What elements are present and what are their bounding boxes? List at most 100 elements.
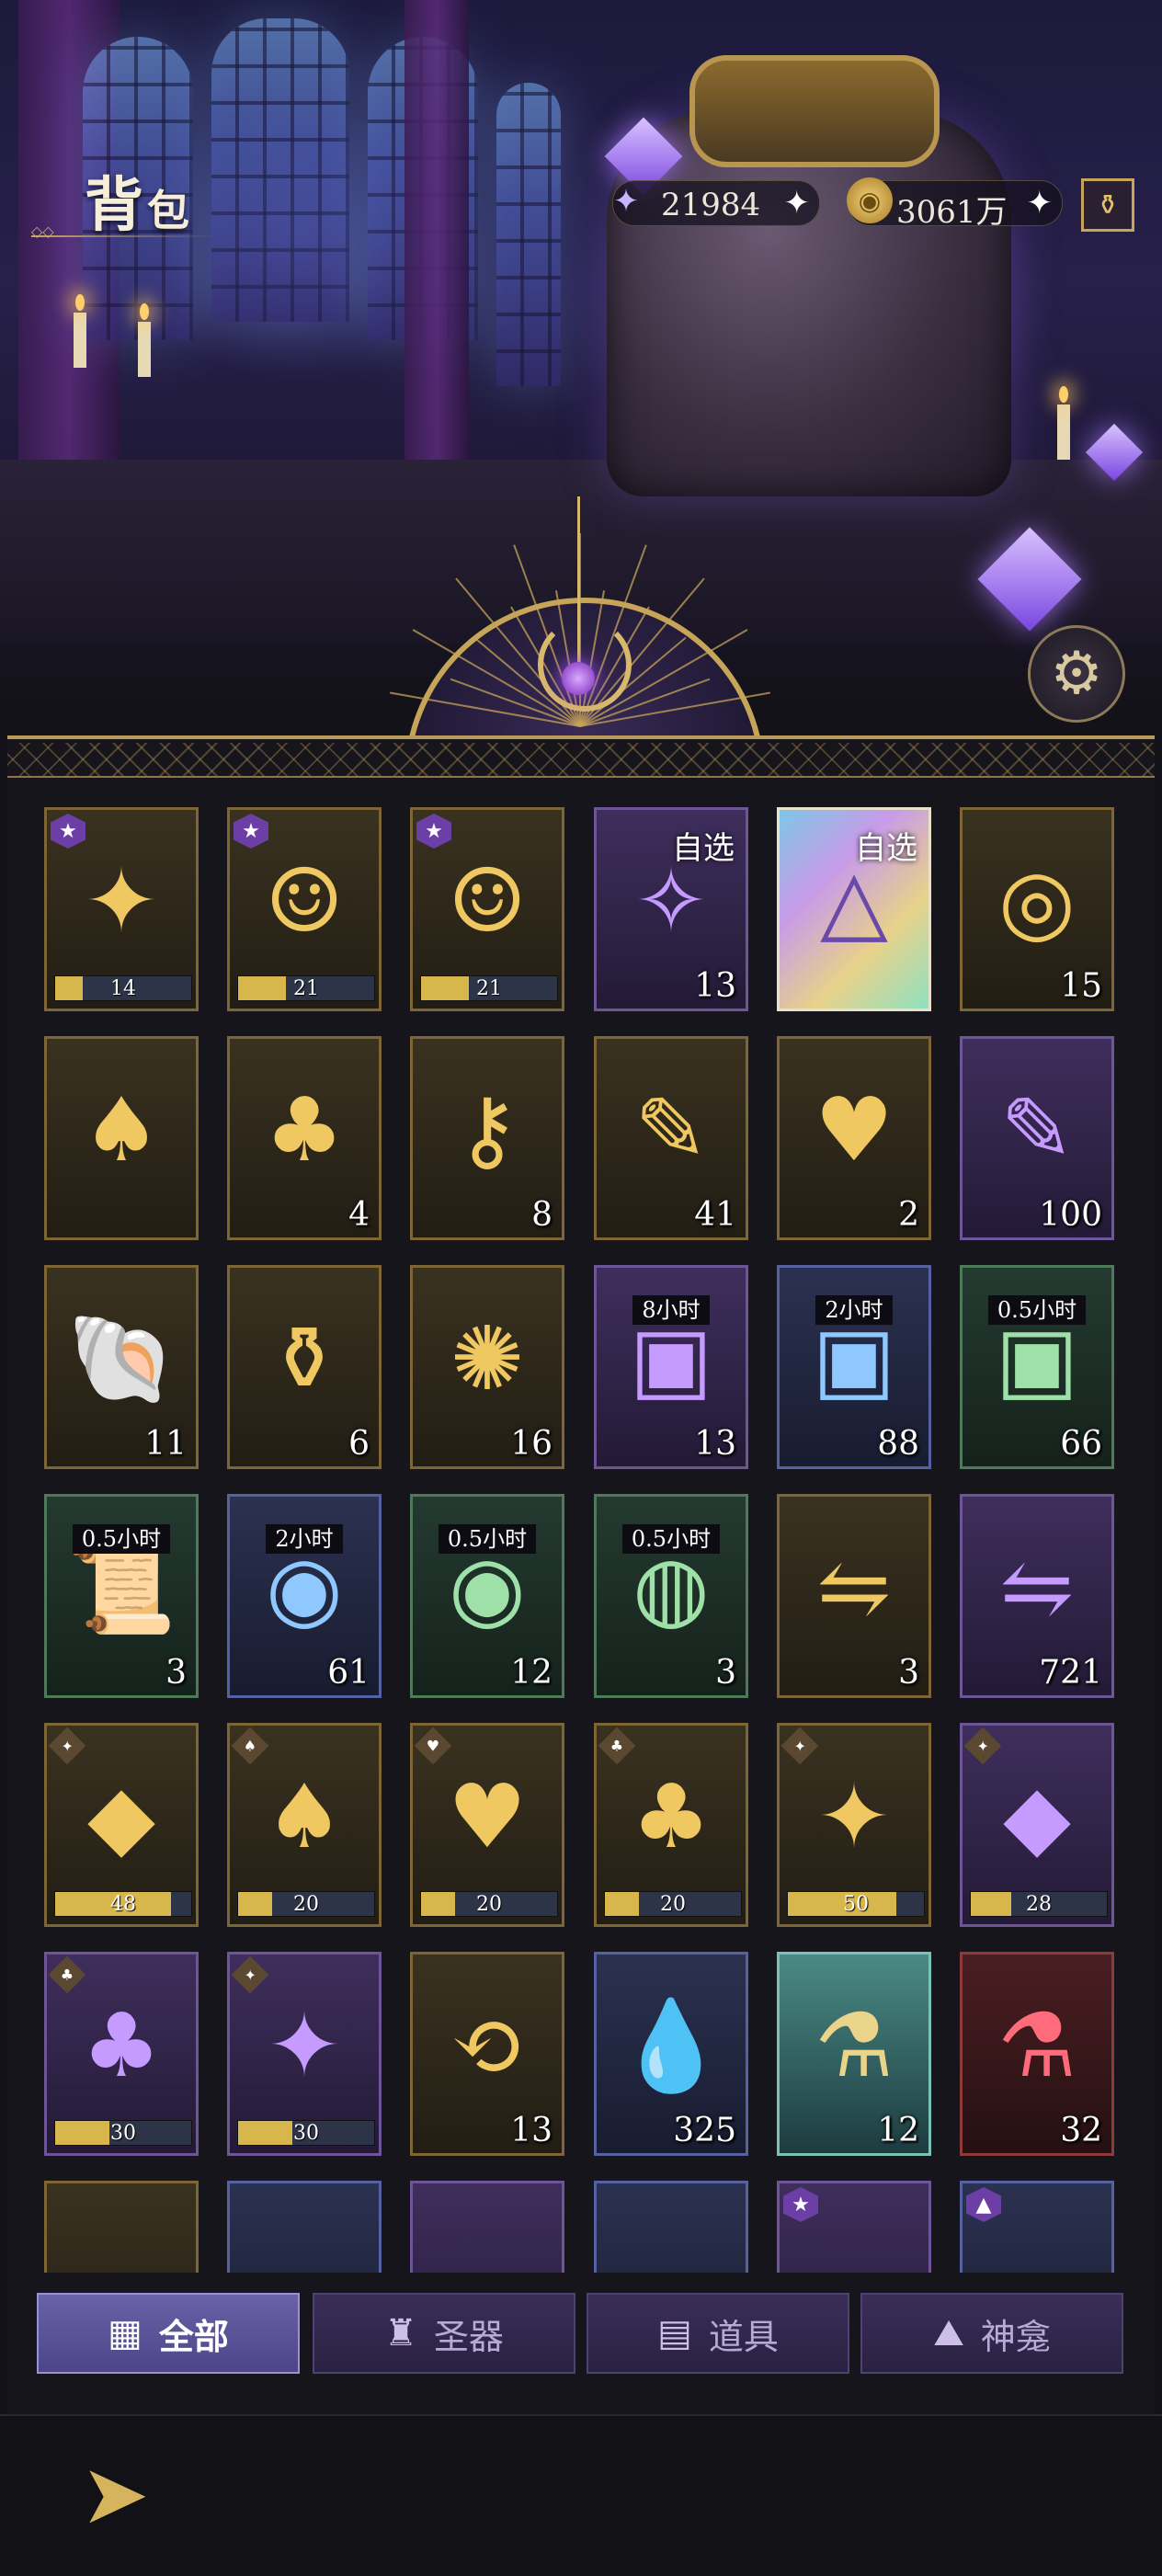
item-slot-crystal-amulet[interactable]: ⚗ 12 — [777, 1952, 931, 2156]
tab-shrine[interactable]: ⛰ 神龛 — [860, 2293, 1123, 2374]
item-slot-gold-keyhole-crystal[interactable]: ◆ ✦ 48 — [44, 1723, 199, 1927]
item-slot-purple-star-crystal[interactable]: ✦ ✦ 30 — [227, 1952, 382, 2156]
item-slot-partial-item-1[interactable] — [44, 2181, 199, 2273]
fragment-progress-bar: 50 — [787, 1891, 925, 1917]
back-arrow-icon[interactable]: ➤ — [57, 2436, 173, 2552]
item-slot-conch-shell[interactable]: 🐚 11 — [44, 1265, 199, 1469]
lady-portrait-puzzle-icon: ☺ — [264, 849, 345, 952]
shrine-icon: ⛰ — [933, 2312, 964, 2354]
fragment-progress-bar: 20 — [420, 1891, 558, 1917]
item-slot-purple-keyhole-crystal[interactable]: ◆ ✦ 28 — [960, 1723, 1114, 1927]
gear-icon[interactable]: ⚙ — [1028, 625, 1125, 723]
pearl-vase-icon: ⚱ — [267, 1307, 342, 1410]
gold-star-crystal-icon: ✦ — [816, 1765, 892, 1868]
add-stars-button[interactable]: ✦ — [784, 185, 811, 222]
item-slot-dark-hair-portrait-puzzle[interactable]: ☺ ★ 21 — [410, 807, 564, 1011]
item-count: 13 — [694, 967, 736, 1005]
chalice-icon: ♜ — [384, 2312, 417, 2354]
crystal-amulet-icon: ⚗ — [814, 1994, 894, 2097]
item-slot-silver-hair-portrait-puzzle[interactable]: ✦ ★ 14 — [44, 807, 199, 1011]
item-slot-crystal-ring[interactable]: ◎ 15 — [960, 807, 1114, 1011]
ruby-amulet-icon: ⚗ — [997, 1994, 1077, 2097]
item-slot-partial-item-6[interactable]: ▲ — [960, 2181, 1114, 2273]
item-slot-partial-item-3[interactable] — [410, 2181, 564, 2273]
item-count: 12 — [510, 1654, 553, 1692]
tab-all[interactable]: ▦ 全部 — [37, 2293, 300, 2374]
duration-label: 8小时 — [632, 1295, 710, 1325]
item-slot-gold-spade-crystal[interactable]: ♠ ♠ 20 — [227, 1723, 382, 1927]
item-slot-partial-item-2[interactable] — [227, 2181, 382, 2273]
item-slot-gold-exchange-gem[interactable]: ⟲ 13 — [410, 1952, 564, 2156]
item-slot-blue-teardrop-gem[interactable]: 💧 325 — [594, 1952, 748, 2156]
item-slot-dark-feather[interactable]: ✎ 100 — [960, 1036, 1114, 1240]
suit-glyph: ✦ — [61, 1737, 74, 1755]
item-count: 66 — [1060, 1425, 1102, 1463]
item-count: 11 — [144, 1425, 187, 1463]
tab-artifacts[interactable]: ♜ 圣器 — [313, 2293, 575, 2374]
page-title: 背包 — [85, 171, 193, 240]
item-slot-fireworks[interactable]: ✺ 16 — [410, 1265, 564, 1469]
purple-keyhole-crystal-icon: ◆ — [1003, 1765, 1071, 1868]
duration-label: 0.5小时 — [72, 1524, 171, 1554]
item-slot-partial-item-4[interactable] — [594, 2181, 748, 2273]
item-slot-heart-quill[interactable]: ♥ 2 — [777, 1036, 931, 1240]
add-gold-button[interactable]: ✦ — [1027, 185, 1054, 222]
fragment-progress-bar: 30 — [54, 2120, 192, 2146]
partial-item-2-icon — [248, 2206, 360, 2273]
fireworks-icon: ✺ — [450, 1307, 525, 1410]
gold-heart-crystal-icon: ♥ — [447, 1765, 528, 1868]
fragment-progress-bar: 28 — [970, 1891, 1108, 1917]
item-slot-scroll-0.5h[interactable]: 📜 0.5小时 3 — [44, 1494, 199, 1698]
blue-teardrop-gem-icon: 💧 — [616, 1993, 726, 2097]
blue-token-icon: ⇋ — [999, 1536, 1075, 1639]
item-slot-chest-0.5h[interactable]: ▣ 0.5小时 66 — [960, 1265, 1114, 1469]
item-count: 61 — [327, 1654, 370, 1692]
club-quill-icon: ♣ — [264, 1078, 345, 1181]
item-slot-ruby-amulet[interactable]: ⚗ 32 — [960, 1952, 1114, 2156]
partial-item-3-icon — [431, 2206, 543, 2273]
candle — [138, 303, 151, 377]
item-slot-lady-portrait-puzzle[interactable]: ☺ ★ 21 — [227, 807, 382, 1011]
partial-item-4-icon — [615, 2206, 727, 2273]
item-slot-club-quill[interactable]: ♣ 4 — [227, 1036, 382, 1240]
currency-gold[interactable]: ◉ 3061万 ✦ — [847, 177, 1063, 231]
item-slot-exp-orbs-0.5h[interactable]: ◉ 0.5小时 12 — [410, 1494, 564, 1698]
item-slot-golden-feather[interactable]: ✎ 41 — [594, 1036, 748, 1240]
item-slot-purple-club-crystal[interactable]: ♣ ♣ 30 — [44, 1952, 199, 2156]
item-slot-partial-item-5[interactable]: ★ — [777, 2181, 931, 2273]
suit-glyph: ♥ — [426, 1737, 440, 1755]
purple-token-icon: ⇋ — [816, 1536, 892, 1639]
item-slot-gold-heart-crystal[interactable]: ♥ ♥ 20 — [410, 1723, 564, 1927]
item-slot-blue-token[interactable]: ⇋ 721 — [960, 1494, 1114, 1698]
duration-badge: 2小时 — [780, 1292, 928, 1325]
item-slot-coin-stack-0.5h[interactable]: ◍ 0.5小时 3 — [594, 1494, 748, 1698]
item-slot-pearl-vase[interactable]: ⚱ 6 — [227, 1265, 382, 1469]
item-slot-gem-key[interactable]: ⚷ 8 — [410, 1036, 564, 1240]
silver-hair-portrait-puzzle-icon: ✦ — [84, 849, 159, 952]
gold-keyhole-crystal-icon: ◆ — [87, 1765, 155, 1868]
golden-feather-icon: ✎ — [633, 1078, 709, 1181]
item-slot-chest-8h[interactable]: ▣ 8小时 13 — [594, 1265, 748, 1469]
item-slot-spade-quill[interactable]: ♠ — [44, 1036, 199, 1240]
selectable-label: 自选 — [855, 830, 917, 867]
item-count: 4 — [348, 1196, 370, 1234]
potion-shop-icon[interactable]: ⚱ — [1081, 178, 1134, 232]
currency-stars[interactable]: ✦ 21984 ✦ — [612, 180, 820, 226]
suit-glyph: ✦ — [976, 1737, 989, 1755]
item-slot-gold-star-crystal[interactable]: ✦ ✦ 50 — [777, 1723, 931, 1927]
duration-label: 2小时 — [815, 1295, 893, 1325]
item-count: 32 — [1060, 2112, 1102, 2149]
item-slot-exp-bag-2h[interactable]: ◉ 2小时 61 — [227, 1494, 382, 1698]
progress-label: 28 — [1026, 1893, 1052, 1916]
item-count: 3 — [898, 1654, 919, 1692]
item-slot-chest-2h[interactable]: ▣ 2小时 88 — [777, 1265, 931, 1469]
fragment-progress-bar: 20 — [237, 1891, 375, 1917]
item-slot-tarot-card-selector[interactable]: ✧ 自选 13 — [594, 807, 748, 1011]
tab-props[interactable]: ▤ 道具 — [587, 2293, 849, 2374]
duration-label: 0.5小时 — [621, 1524, 721, 1554]
item-slot-gold-club-crystal[interactable]: ♣ ♣ 20 — [594, 1723, 748, 1927]
duration-badge: 8小时 — [597, 1292, 746, 1325]
item-slot-purple-token[interactable]: ⇋ 3 — [777, 1494, 931, 1698]
progress-label: 20 — [293, 1893, 319, 1916]
item-slot-rainbow-triangle-selector[interactable]: △ 自选 — [777, 807, 931, 1011]
